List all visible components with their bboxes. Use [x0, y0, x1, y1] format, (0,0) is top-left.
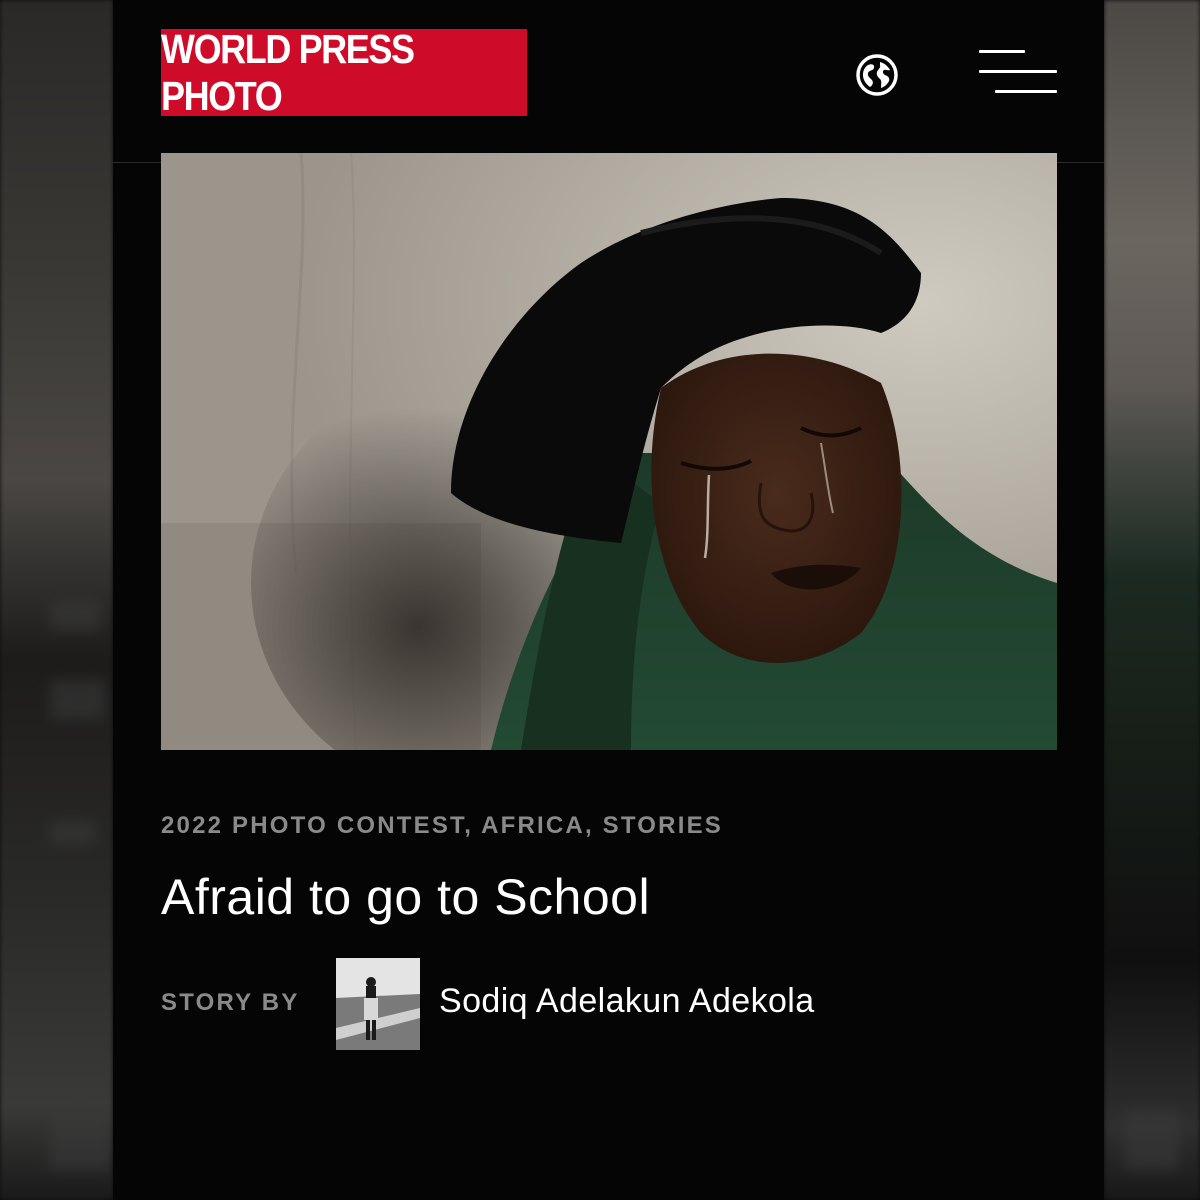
globe-icon[interactable] — [855, 53, 899, 97]
story-title: Afraid to go to School — [161, 869, 651, 925]
page-card: WORLD PRESS PHOTO 2022 PHOTO CONTEST, AF… — [113, 0, 1104, 1200]
world-press-photo-logo[interactable]: WORLD PRESS PHOTO — [161, 25, 527, 118]
site-header: WORLD PRESS PHOTO — [113, 0, 1104, 160]
logo-text: WORLD PRESS PHOTO — [161, 25, 415, 119]
story-by-label: STORY BY — [161, 989, 300, 1016]
blurred-left-margin — [0, 0, 113, 1200]
author-name-link[interactable]: Sodiq Adelakun Adekola — [439, 982, 815, 1021]
story-categories[interactable]: 2022 PHOTO CONTEST, AFRICA, STORIES — [161, 812, 723, 840]
author-avatar[interactable] — [336, 958, 420, 1050]
story-hero-image[interactable] — [161, 153, 1057, 750]
blurred-right-margin — [1104, 0, 1200, 1200]
hamburger-menu-icon[interactable] — [979, 48, 1057, 98]
